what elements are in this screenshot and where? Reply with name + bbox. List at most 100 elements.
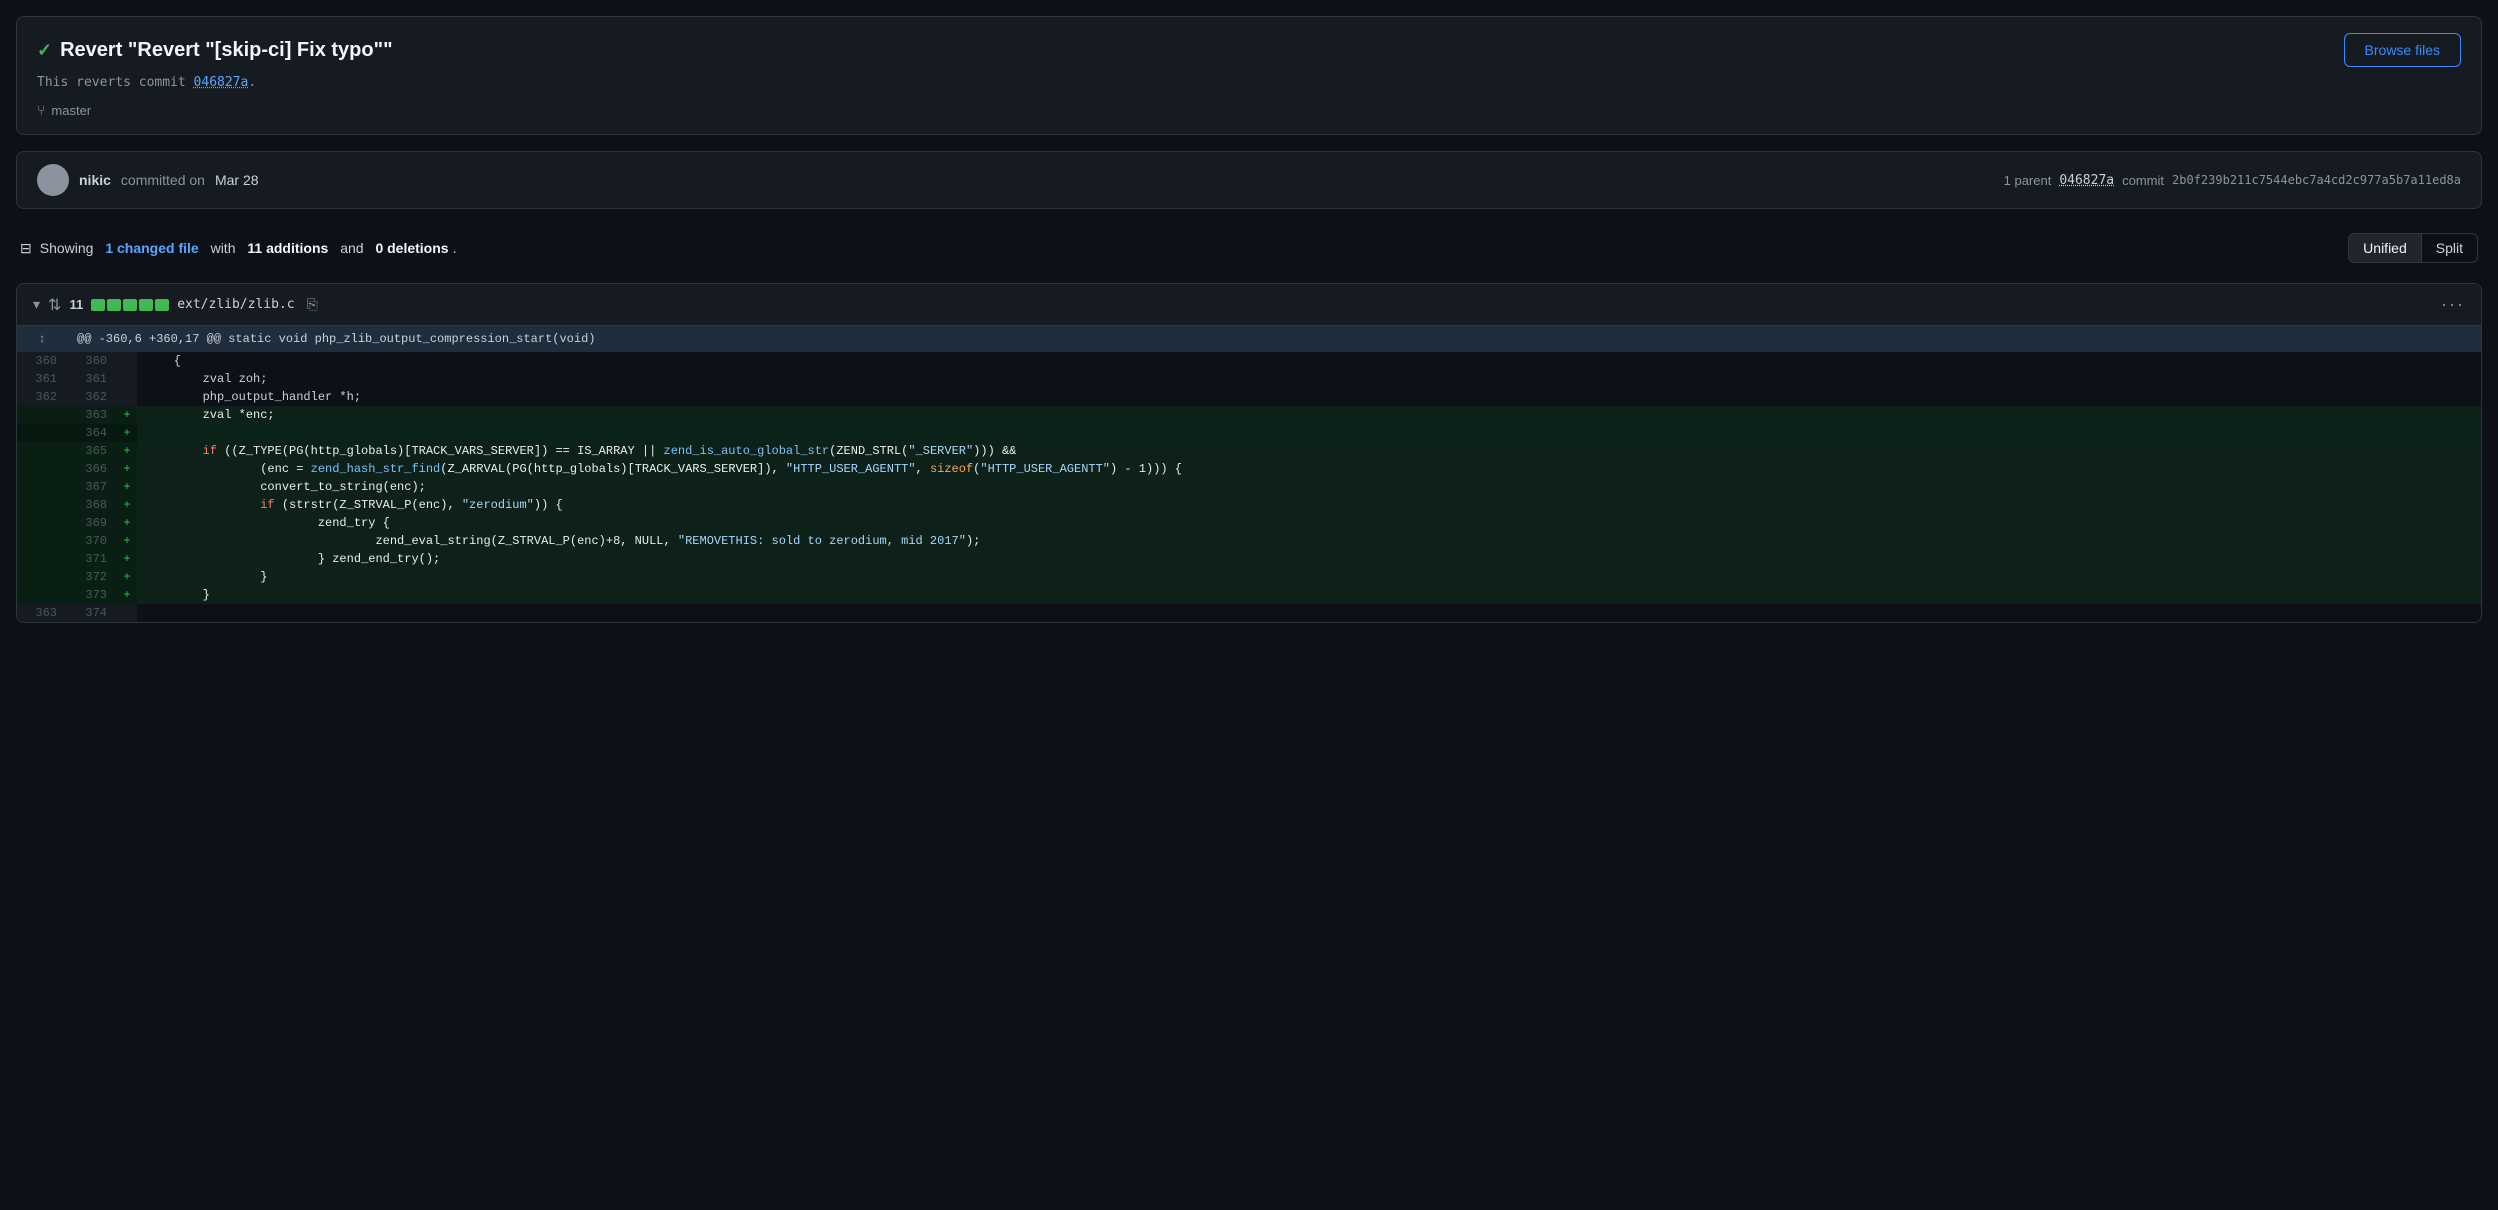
copy-path-button[interactable]: ⎘ (307, 296, 318, 313)
branch-row: ⑂ master (37, 102, 2461, 118)
line-sign: + (117, 478, 137, 496)
new-line-num: 366 (67, 460, 117, 478)
bar-segment-3 (123, 299, 137, 311)
line-sign (117, 352, 137, 370)
line-sign: + (117, 532, 137, 550)
parent-hash[interactable]: 046827a (2059, 173, 2114, 188)
file-changes-count: 11 (69, 297, 83, 312)
new-line-num: 365 (67, 442, 117, 460)
diff-summary: ⊟ Showing 1 changed file with 11 additio… (20, 240, 456, 257)
line-sign: + (117, 424, 137, 442)
file-diff: ▾ ⇅ 11 ext/zlib/zlib.c ⎘ ··· ↕ @@ -360,6 (16, 283, 2482, 623)
new-line-num: 363 (67, 406, 117, 424)
new-line-num: 374 (67, 604, 117, 622)
new-line-num: 370 (67, 532, 117, 550)
line-sign: + (117, 514, 137, 532)
file-header: ▾ ⇅ 11 ext/zlib/zlib.c ⎘ ··· (17, 284, 2481, 326)
split-view-button[interactable]: Split (2421, 234, 2477, 262)
bar-segment-1 (91, 299, 105, 311)
commit-meta: nikic committed on Mar 28 1 parent 04682… (16, 151, 2482, 209)
committed-label: committed on (121, 172, 205, 188)
line-code: } (137, 568, 2481, 586)
deletions-count: 0 deletions (375, 240, 448, 256)
line-code: if (strstr(Z_STRVAL_P(enc), "zerodium"))… (137, 496, 2481, 514)
old-line-num: 363 (17, 604, 67, 622)
diff-suffix: . (453, 240, 457, 256)
line-code: if ((Z_TYPE(PG(http_globals)[TRACK_VARS_… (137, 442, 2481, 460)
line-sign (117, 370, 137, 388)
view-toggle: Unified Split (2348, 233, 2478, 263)
table-row: 364 + (17, 424, 2481, 442)
bar-segment-4 (139, 299, 153, 311)
table-row: 363 + zval *enc; (17, 406, 2481, 424)
commit-label: commit (2122, 173, 2164, 188)
file-path: ext/zlib/zlib.c (177, 297, 294, 312)
new-line-num: 361 (67, 370, 117, 388)
parent-label: 1 parent (2004, 173, 2052, 188)
old-line-num: 361 (17, 370, 67, 388)
avatar (37, 164, 69, 196)
table-row: 370 + zend_eval_string(Z_STRVAL_P(enc)+8… (17, 532, 2481, 550)
table-row: 373 + } (17, 586, 2481, 604)
expand-arrows-icon: ⇅ (48, 295, 61, 315)
commit-hash-link[interactable]: 046827a (194, 75, 249, 90)
line-code: php_output_handler *h; (137, 388, 2481, 406)
old-line-num (17, 478, 67, 496)
commit-title-row: ✓ Revert "Revert "[skip-ci] Fix typo"" B… (37, 33, 2461, 67)
line-sign: + (117, 568, 137, 586)
hunk-header-row: ↕ @@ -360,6 +360,17 @@ static void php_z… (17, 326, 2481, 352)
bar-segment-2 (107, 299, 121, 311)
old-line-num (17, 532, 67, 550)
diff-bar: ⊟ Showing 1 changed file with 11 additio… (16, 225, 2482, 271)
line-sign: + (117, 496, 137, 514)
author-name[interactable]: nikic (79, 172, 111, 188)
with-text: with (211, 240, 236, 256)
more-options-button[interactable]: ··· (2441, 294, 2465, 315)
collapse-button[interactable]: ▾ (33, 296, 40, 313)
old-line-num: 362 (17, 388, 67, 406)
new-line-num: 372 (67, 568, 117, 586)
line-code: zval *enc; (137, 406, 2481, 424)
old-line-num (17, 460, 67, 478)
line-code: } (137, 586, 2481, 604)
table-row: 368 + if (strstr(Z_STRVAL_P(enc), "zerod… (17, 496, 2481, 514)
old-line-num (17, 586, 67, 604)
old-line-num (17, 406, 67, 424)
hunk-expand-icon: ↕ (17, 326, 67, 352)
table-row: 367 + convert_to_string(enc); (17, 478, 2481, 496)
code-table: ↕ @@ -360,6 +360,17 @@ static void php_z… (17, 326, 2481, 622)
branch-name: master (51, 103, 91, 118)
full-commit-hash: 2b0f239b211c7544ebc7a4cd2c977a5b7a11ed8a (2172, 173, 2461, 187)
changed-file-link[interactable]: 1 changed file (105, 240, 198, 256)
line-code (137, 424, 2481, 442)
table-row: 363 374 (17, 604, 2481, 622)
line-sign: + (117, 586, 137, 604)
old-line-num (17, 442, 67, 460)
new-line-num: 360 (67, 352, 117, 370)
new-line-num: 373 (67, 586, 117, 604)
browse-files-button[interactable]: Browse files (2344, 33, 2461, 67)
line-code: (enc = zend_hash_str_find(Z_ARRVAL(PG(ht… (137, 460, 2481, 478)
old-line-num (17, 550, 67, 568)
page-container: ✓ Revert "Revert "[skip-ci] Fix typo"" B… (0, 0, 2498, 639)
new-line-num: 369 (67, 514, 117, 532)
commit-header: ✓ Revert "Revert "[skip-ci] Fix typo"" B… (16, 16, 2482, 135)
line-sign: + (117, 550, 137, 568)
parent-section: 1 parent 046827a commit 2b0f239b211c7544… (2004, 173, 2461, 188)
commit-description: This reverts commit 046827a. (37, 75, 2461, 90)
line-sign (117, 388, 137, 406)
line-code: zend_try { (137, 514, 2481, 532)
line-sign (117, 604, 137, 622)
unified-view-button[interactable]: Unified (2349, 234, 2421, 262)
table-row: 366 + (enc = zend_hash_str_find(Z_ARRVAL… (17, 460, 2481, 478)
line-code: convert_to_string(enc); (137, 478, 2481, 496)
old-line-num (17, 568, 67, 586)
hunk-info: @@ -360,6 +360,17 @@ static void php_zli… (67, 326, 2481, 352)
new-line-num: 368 (67, 496, 117, 514)
old-line-num: 360 (17, 352, 67, 370)
changes-bar (91, 299, 169, 311)
author-section: nikic committed on Mar 28 (37, 164, 259, 196)
line-code: } zend_end_try(); (137, 550, 2481, 568)
showing-label: Showing (40, 240, 94, 256)
line-sign: + (117, 406, 137, 424)
